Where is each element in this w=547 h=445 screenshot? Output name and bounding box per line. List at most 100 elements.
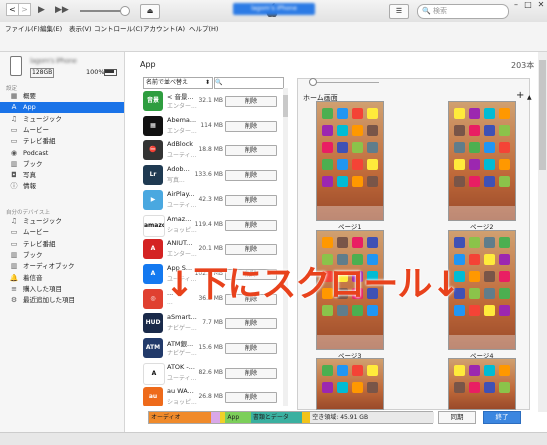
device-name: lagom’s iPhone — [30, 57, 77, 65]
sidebar-item-7[interactable]: ◘ 写真 — [0, 170, 124, 181]
device-item-7[interactable]: ⚙ 最近追加した項目 — [0, 295, 124, 306]
delete-button[interactable]: 削除 — [225, 96, 277, 107]
app-icon — [367, 142, 378, 153]
app-icon — [484, 254, 495, 265]
zoom-slider-knob[interactable] — [309, 78, 317, 86]
menu-view[interactable]: 表示(V) — [69, 23, 92, 33]
delete-button[interactable]: 削除 — [225, 392, 277, 404]
home-page[interactable] — [448, 101, 516, 221]
app-icon — [367, 382, 378, 393]
app-size: 18.8 MB — [198, 146, 223, 154]
delete-button[interactable]: 削除 — [225, 343, 277, 354]
app-list-scrollbar[interactable] — [283, 88, 288, 406]
menu-account[interactable]: アカウント(A) — [143, 23, 185, 33]
app-icon — [352, 125, 363, 136]
app-name: Amaz... — [167, 214, 192, 223]
sidebar-item-1[interactable]: A App — [0, 102, 124, 114]
list-view-button[interactable]: ☰ — [389, 4, 409, 19]
app-list-scrollbar-thumb[interactable] — [283, 95, 288, 117]
app-row: HUD aSmart... ナビゲー... 7.7 MB 削除 — [139, 310, 281, 336]
device-item-6[interactable]: ≡ 購入した項目 — [0, 284, 124, 295]
app-icon: ▶ — [143, 189, 163, 210]
home-page[interactable] — [316, 358, 384, 410]
app-name: au WA... — [167, 387, 194, 396]
home-page[interactable] — [448, 358, 516, 410]
close-button[interactable]: ✕ — [535, 0, 547, 10]
main-scrollbar-thumb[interactable] — [539, 60, 546, 170]
collapse-arrow-icon[interactable]: ▲ — [527, 94, 532, 101]
app-icon — [484, 176, 495, 187]
device-item-label: オーディオブック — [23, 262, 75, 271]
app-row: ⛔ AdBlock ユーティ... 18.8 MB 削除 — [139, 137, 281, 163]
device-item-icon: ▥ — [10, 250, 18, 259]
sync-button[interactable]: 同期 — [438, 411, 476, 424]
app-icon — [322, 237, 333, 248]
dock — [317, 335, 383, 349]
delete-button[interactable]: 削除 — [225, 244, 277, 256]
minimize-button[interactable]: – — [510, 0, 522, 10]
delete-button[interactable]: 削除 — [225, 367, 277, 379]
next-track-button[interactable]: ▶▶ — [55, 5, 69, 15]
sidebar-item-label: 写真 — [23, 171, 36, 180]
sidebar-item-label: ムービー — [23, 125, 49, 134]
airplay-button[interactable]: ⏏ — [140, 4, 160, 19]
delete-button[interactable]: 削除 — [225, 170, 277, 182]
app-size: 26.8 MB — [198, 393, 223, 401]
app-icon — [337, 237, 348, 248]
app-icon — [454, 382, 465, 393]
delete-button[interactable]: 削除 — [225, 145, 277, 157]
delete-button[interactable]: 削除 — [225, 120, 277, 132]
sidebar-item-0[interactable]: ▦ 概要 — [0, 91, 124, 102]
sidebar-item-5[interactable]: ◉ Podcast — [0, 148, 124, 159]
app-icon: ⛔ — [143, 140, 163, 161]
delete-button[interactable]: 削除 — [225, 318, 277, 330]
device-item-1[interactable]: ▭ ムービー — [0, 227, 124, 238]
delete-button[interactable]: 削除 — [225, 219, 277, 231]
device-item-2[interactable]: ▭ テレビ番組 — [0, 239, 124, 250]
sidebar-item-label: 概要 — [23, 92, 36, 100]
play-button[interactable]: ▶ — [38, 5, 45, 15]
menu-help[interactable]: ヘルプ(H) — [189, 23, 218, 33]
device-item-3[interactable]: ▥ ブック — [0, 250, 124, 261]
battery-level-fill — [105, 70, 114, 73]
done-button[interactable]: 終了 — [483, 411, 521, 424]
home-page[interactable] — [316, 101, 384, 221]
app-icon — [499, 176, 510, 187]
app-size: 119.4 MB — [194, 220, 223, 228]
volume-slider-knob[interactable] — [120, 6, 130, 16]
zoom-slider-track[interactable] — [309, 82, 379, 83]
sidebar-item-4[interactable]: ▭ テレビ番組 — [0, 136, 124, 147]
search-input[interactable]: 🔍 検索 — [417, 4, 509, 19]
app-icon: HUD — [143, 313, 163, 334]
device-item-5[interactable]: 🔔 着信音 — [0, 273, 124, 284]
chevron-down-icon: ⬍ — [204, 79, 210, 86]
app-icon — [469, 382, 480, 393]
forward-button[interactable]: > — [18, 3, 31, 16]
app-icon — [322, 382, 333, 393]
app-size: 15.6 MB — [198, 344, 223, 351]
capacity-segment: 空き領域: 45.91 GB — [310, 412, 434, 423]
app-icon — [337, 382, 348, 393]
menu-file[interactable]: ファイル(F) — [5, 23, 40, 33]
on-device-section-heading: 自分のデバイス上 — [6, 210, 50, 216]
delete-button[interactable]: 削除 — [225, 194, 277, 206]
app-icon — [469, 305, 480, 316]
app-icon-grid — [452, 106, 512, 191]
search-icon: 🔍 — [422, 7, 431, 15]
dock — [449, 206, 515, 220]
add-page-button[interactable]: + — [516, 90, 524, 101]
device-item-0[interactable]: ♫ ミュージック — [0, 216, 124, 227]
sidebar-item-2[interactable]: ♫ ミュージック — [0, 114, 124, 125]
sidebar-item-8[interactable]: ⓘ 情報 — [0, 181, 124, 192]
app-icon — [484, 271, 495, 282]
app-icon: ATM — [143, 338, 163, 358]
app-icon — [337, 159, 348, 170]
device-button[interactable]: lagom’s iPhone — [233, 3, 315, 15]
device-item-4[interactable]: ▥ オーディオブック — [0, 261, 124, 272]
app-list: 音景 < 音景... エンター... 32.1 MB 削除 ▦ Abema... エンター..… — [139, 88, 289, 406]
maximize-button[interactable]: □ — [522, 0, 534, 10]
sidebar-item-3[interactable]: ▭ ムービー — [0, 125, 124, 136]
sidebar-item-6[interactable]: ▥ ブック — [0, 159, 124, 170]
menu-edit[interactable]: 編集(E) — [40, 23, 62, 33]
menu-control[interactable]: コントロール(C) — [94, 23, 143, 33]
